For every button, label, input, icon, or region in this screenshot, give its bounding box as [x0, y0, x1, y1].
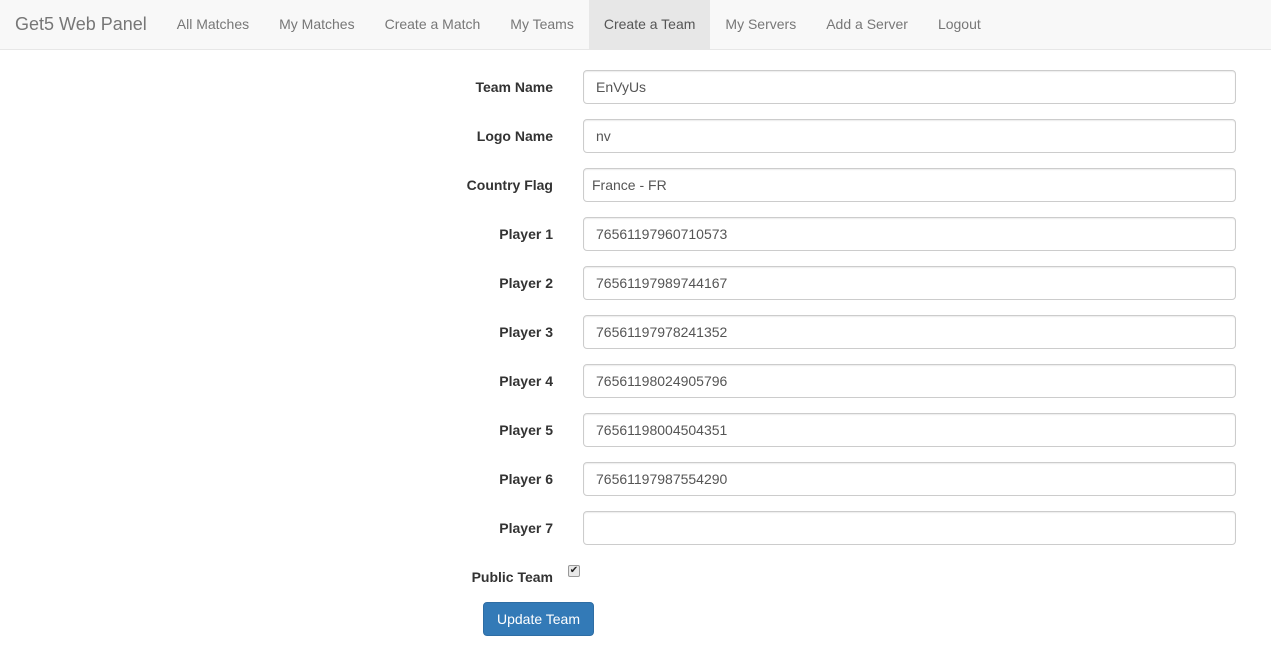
form-row-team-name: Team Name	[0, 70, 1271, 119]
team-form: Team Name Logo Name Country Flag France -…	[0, 70, 1271, 636]
player-3-input[interactable]	[583, 315, 1236, 349]
country-flag-select[interactable]: France - FR	[583, 168, 1236, 202]
public-team-checkbox[interactable]: ✔	[568, 565, 580, 577]
form-row-player-3: Player 3	[0, 315, 1271, 364]
field-label: Player 6	[499, 471, 553, 487]
player-2-input[interactable]	[583, 266, 1236, 300]
player-4-input[interactable]	[583, 364, 1236, 398]
nav-logout[interactable]: Logout	[923, 0, 996, 49]
form-row-public-team: Public Team ✔	[0, 560, 1271, 609]
nav-create-team[interactable]: Create a Team	[588, 0, 711, 49]
form-row-player-7: Player 7	[0, 511, 1271, 560]
nav-my-teams[interactable]: My Teams	[495, 0, 589, 49]
nav-my-matches[interactable]: My Matches	[264, 0, 369, 49]
form-row-player-1: Player 1	[0, 217, 1271, 266]
navbar: Get5 Web Panel All Matches My Matches Cr…	[0, 0, 1271, 50]
field-label: Player 3	[499, 324, 553, 340]
field-label: Logo Name	[476, 128, 553, 144]
field-label: Player 1	[499, 226, 553, 242]
player-1-input[interactable]	[583, 217, 1236, 251]
form-row-player-2: Player 2	[0, 266, 1271, 315]
form-row-player-6: Player 6	[0, 462, 1271, 511]
form-row-player-4: Player 4	[0, 364, 1271, 413]
field-label: Player 2	[499, 275, 553, 291]
form-row-player-5: Player 5	[0, 413, 1271, 462]
nav-all-matches[interactable]: All Matches	[162, 0, 264, 49]
player-7-input[interactable]	[583, 511, 1236, 545]
field-label: Player 5	[499, 422, 553, 438]
form-row-logo-name: Logo Name	[0, 119, 1271, 168]
field-label: Player 7	[499, 520, 553, 536]
nav-my-servers[interactable]: My Servers	[710, 0, 811, 49]
player-5-input[interactable]	[583, 413, 1236, 447]
form-row-country-flag: Country Flag France - FR	[0, 168, 1271, 217]
team-name-input[interactable]	[583, 70, 1236, 104]
nav-create-match[interactable]: Create a Match	[370, 0, 496, 49]
logo-name-input[interactable]	[583, 119, 1236, 153]
public-team-label: Public Team	[471, 569, 553, 585]
update-team-button[interactable]: Update Team	[483, 602, 594, 636]
nav-add-server[interactable]: Add a Server	[811, 0, 923, 49]
player-6-input[interactable]	[583, 462, 1236, 496]
field-label: Country Flag	[466, 177, 553, 193]
brand-link[interactable]: Get5 Web Panel	[0, 0, 162, 49]
field-label: Player 4	[499, 373, 553, 389]
field-label: Team Name	[475, 79, 553, 95]
